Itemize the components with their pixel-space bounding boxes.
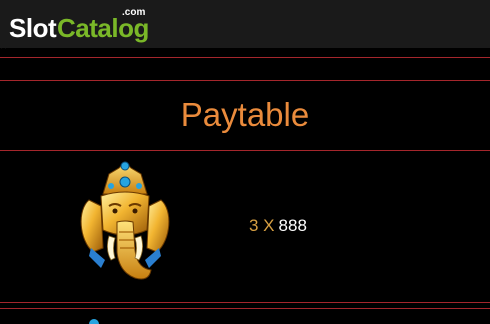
divider-bottom-1 bbox=[0, 302, 490, 303]
divider-bottom-2 bbox=[0, 308, 490, 309]
site-header: Slot Catalog .com bbox=[0, 0, 490, 48]
payout-text: 3 X 888 bbox=[249, 216, 307, 236]
page-title: Paytable bbox=[180, 96, 310, 133]
ganesha-head-symbol-icon bbox=[80, 161, 170, 280]
logo-text-tld: .com bbox=[122, 7, 146, 18]
payout-count: 3 X bbox=[249, 216, 275, 235]
divider-top-1 bbox=[0, 57, 490, 58]
divider-title bbox=[0, 150, 490, 151]
payout-value: 888 bbox=[278, 216, 307, 235]
top-edge-marks: ˙ ˙ bbox=[1, 48, 7, 54]
logo-text-main: Slot bbox=[9, 13, 57, 43]
divider-top-2 bbox=[0, 80, 490, 81]
